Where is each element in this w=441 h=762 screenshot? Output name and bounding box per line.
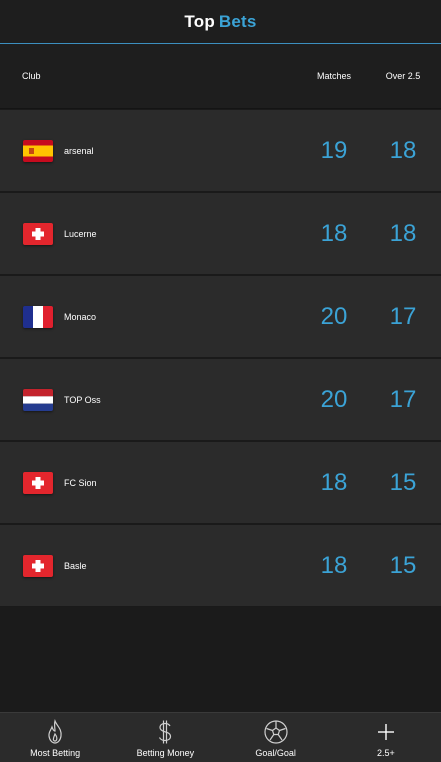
over-value: 15: [389, 468, 417, 496]
bets-table: arsenal 19 18 Lucerne 18 18 Monaco 20 17: [0, 109, 441, 607]
nav-label: Goal/Goal: [255, 748, 296, 758]
table-row[interactable]: arsenal 19 18: [0, 109, 441, 192]
matches-value: 18: [320, 219, 348, 247]
nav-over-2-5[interactable]: 2.5+: [331, 713, 441, 762]
table-row[interactable]: Lucerne 18 18: [0, 192, 441, 275]
netherlands-flag-icon: [23, 388, 53, 411]
column-header-club: Club: [22, 71, 41, 81]
switzerland-flag-icon: [23, 222, 53, 245]
over-value: 17: [389, 302, 417, 330]
plus-icon: [377, 724, 394, 740]
nav-most-betting[interactable]: Most Betting: [0, 713, 110, 762]
nav-label: Most Betting: [30, 748, 81, 758]
france-flag-icon: [23, 305, 53, 328]
nav-label: Betting Money: [136, 748, 195, 758]
bottom-nav: Most Betting Betting Money Goal/Goal 2.5…: [0, 712, 441, 762]
club-name: arsenal: [64, 145, 94, 156]
spain-flag-icon: [23, 139, 53, 162]
over-value: 18: [389, 136, 417, 164]
column-header-over: Over 2.5: [385, 71, 421, 81]
matches-value: 18: [320, 551, 348, 579]
header-title-accent: Bets: [218, 11, 257, 31]
nav-goal-goal[interactable]: Goal/Goal: [221, 713, 331, 762]
club-name: FC Sion: [64, 477, 97, 488]
column-header-matches: Matches: [316, 71, 351, 81]
table-row[interactable]: Basle 18 15: [0, 524, 441, 607]
table-row[interactable]: TOP Oss 20 17: [0, 358, 441, 441]
club-name: Basle: [64, 560, 87, 571]
matches-value: 20: [320, 385, 348, 413]
flame-icon: [48, 719, 62, 744]
nav-betting-money[interactable]: Betting Money: [110, 713, 220, 762]
matches-value: 20: [320, 302, 348, 330]
table-header: Club Matches Over 2.5: [0, 44, 441, 109]
app-header: Top Bets: [0, 0, 441, 44]
club-name: TOP Oss: [64, 394, 101, 405]
club-name: Monaco: [64, 311, 97, 322]
over-value: 18: [389, 219, 417, 247]
dollar-icon: [159, 720, 172, 744]
nav-label: 2.5+: [376, 748, 395, 758]
club-name: Lucerne: [64, 228, 97, 239]
table-row[interactable]: FC Sion 18 15: [0, 441, 441, 524]
switzerland-flag-icon: [23, 554, 53, 577]
table-row[interactable]: Monaco 20 17: [0, 275, 441, 358]
soccer-ball-icon: [264, 720, 288, 744]
matches-value: 19: [320, 136, 348, 164]
header-title-main: Top: [184, 11, 215, 31]
switzerland-flag-icon: [23, 471, 53, 494]
over-value: 15: [389, 551, 417, 579]
matches-value: 18: [320, 468, 348, 496]
over-value: 17: [389, 385, 417, 413]
